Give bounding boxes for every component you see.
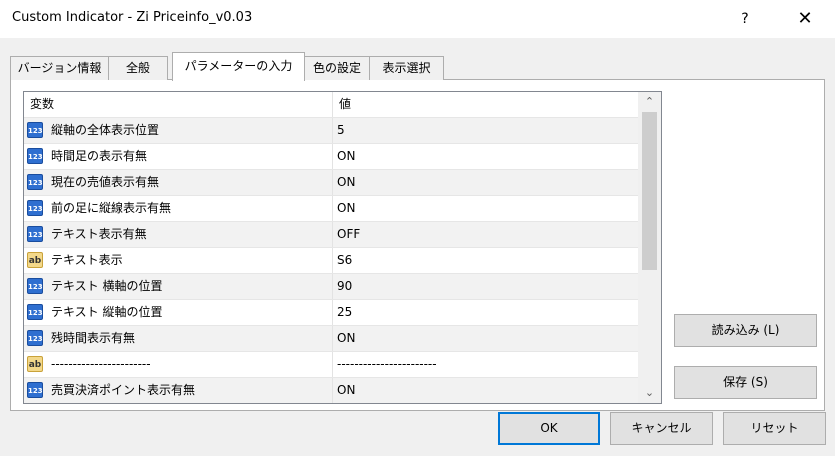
cell-value[interactable]: ON: [333, 378, 638, 403]
vertical-scrollbar[interactable]: ⌃ ⌄: [638, 92, 661, 403]
table-row[interactable]: 123 縦軸の全体表示位置 5: [24, 117, 638, 143]
ok-button[interactable]: OK: [498, 412, 600, 445]
table-row[interactable]: 123 現在の売値表示有無 ON: [24, 169, 638, 195]
variable-name: -----------------------: [51, 357, 151, 371]
cell-value[interactable]: OFF: [333, 222, 638, 247]
close-button[interactable]: ✕: [782, 0, 828, 38]
cell-value[interactable]: 5: [333, 118, 638, 143]
number-type-icon: 123: [27, 148, 43, 164]
cell-value[interactable]: 25: [333, 300, 638, 325]
tab-general[interactable]: 全般: [108, 56, 168, 80]
cell-variable: 123 テキスト表示有無: [24, 222, 333, 247]
variable-name: 残時間表示有無: [51, 331, 136, 345]
number-type-icon: 123: [27, 330, 43, 346]
window-title: Custom Indicator - Zi Priceinfo_v0.03: [12, 10, 253, 25]
number-type-icon: 123: [27, 174, 43, 190]
variable-name: 現在の売値表示有無: [51, 175, 160, 189]
cell-variable: 123 現在の売値表示有無: [24, 170, 333, 195]
variable-name: 縦軸の全体表示位置: [51, 123, 160, 137]
number-type-icon: 123: [27, 278, 43, 294]
cell-value[interactable]: ON: [333, 326, 638, 351]
column-header-variable[interactable]: 変数: [24, 92, 333, 117]
variable-name: テキスト 縦軸の位置: [51, 305, 163, 319]
number-type-icon: 123: [27, 304, 43, 320]
table-row[interactable]: 123 残時間表示有無 ON: [24, 325, 638, 351]
variable-name: 前の足に縦線表示有無: [51, 201, 172, 215]
parameters-grid: 変数 値 123 縦軸の全体表示位置 5 123 時間足の表示有無 ON 123…: [23, 91, 662, 404]
string-type-icon: ab: [27, 356, 43, 372]
scroll-up-icon[interactable]: ⌃: [638, 92, 661, 112]
tab-version-info[interactable]: バージョン情報: [10, 56, 109, 80]
number-type-icon: 123: [27, 122, 43, 138]
cell-variable: 123 テキスト 縦軸の位置: [24, 300, 333, 325]
cell-variable: 123 テキスト 横軸の位置: [24, 274, 333, 299]
cell-variable: ab テキスト表示: [24, 248, 333, 273]
cell-value[interactable]: ON: [333, 144, 638, 169]
table-row[interactable]: 123 テキスト 横軸の位置 90: [24, 273, 638, 299]
variable-name: テキスト表示有無: [51, 227, 147, 241]
reset-button[interactable]: リセット: [723, 412, 826, 445]
table-row[interactable]: 123 時間足の表示有無 ON: [24, 143, 638, 169]
title-bar: Custom Indicator - Zi Priceinfo_v0.03 ? …: [0, 0, 835, 38]
column-header-value[interactable]: 値: [333, 92, 638, 117]
save-button[interactable]: 保存 (S): [674, 366, 817, 399]
number-type-icon: 123: [27, 226, 43, 242]
cell-variable: 123 残時間表示有無: [24, 326, 333, 351]
cell-value[interactable]: ON: [333, 196, 638, 221]
cell-variable: 123 売買決済ポイント表示有無: [24, 378, 333, 403]
load-button[interactable]: 読み込み (L): [674, 314, 817, 347]
grid-header: 変数 値: [24, 92, 638, 117]
table-row[interactable]: 123 前の足に縦線表示有無 ON: [24, 195, 638, 221]
variable-name: テキスト表示: [51, 253, 123, 267]
cell-variable: 123 前の足に縦線表示有無: [24, 196, 333, 221]
cell-variable: 123 時間足の表示有無: [24, 144, 333, 169]
scroll-down-icon[interactable]: ⌄: [638, 383, 661, 403]
cell-variable: 123 縦軸の全体表示位置: [24, 118, 333, 143]
variable-name: 売買決済ポイント表示有無: [51, 383, 196, 397]
cell-value[interactable]: S6: [333, 248, 638, 273]
help-button[interactable]: ?: [722, 0, 768, 38]
tab-visualization[interactable]: 表示選択: [369, 56, 444, 80]
variable-name: テキスト 横軸の位置: [51, 279, 163, 293]
number-type-icon: 123: [27, 382, 43, 398]
scroll-thumb[interactable]: [642, 112, 657, 270]
table-row[interactable]: 123 テキスト 縦軸の位置 25: [24, 299, 638, 325]
string-type-icon: ab: [27, 252, 43, 268]
table-row[interactable]: ab ----------------------- -------------…: [24, 351, 638, 377]
table-row[interactable]: 123 テキスト表示有無 OFF: [24, 221, 638, 247]
cancel-button[interactable]: キャンセル: [610, 412, 713, 445]
table-row[interactable]: 123 売買決済ポイント表示有無 ON: [24, 377, 638, 403]
cell-value[interactable]: ON: [333, 170, 638, 195]
table-row[interactable]: ab テキスト表示 S6: [24, 247, 638, 273]
cell-value[interactable]: 90: [333, 274, 638, 299]
tab-colors[interactable]: 色の設定: [304, 56, 370, 80]
cell-value[interactable]: -----------------------: [333, 352, 638, 377]
tab-parameters[interactable]: パラメーターの入力: [172, 52, 305, 81]
cell-variable: ab -----------------------: [24, 352, 333, 377]
variable-name: 時間足の表示有無: [51, 149, 148, 163]
number-type-icon: 123: [27, 200, 43, 216]
